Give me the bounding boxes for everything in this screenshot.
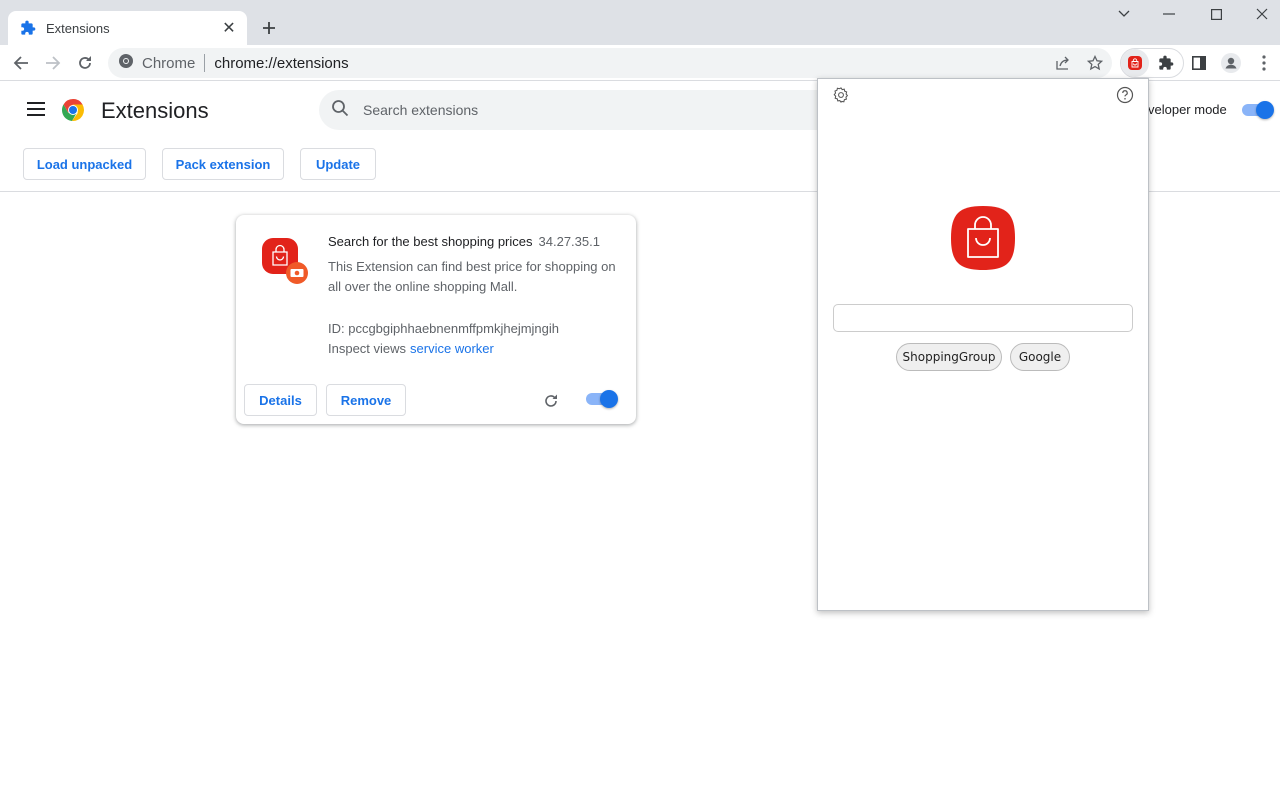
address-bar[interactable]: Chrome chrome://extensions [108, 48, 1112, 78]
puzzle-icon [20, 20, 36, 36]
help-icon[interactable] [1116, 86, 1134, 104]
extension-card: Search for the best shopping prices 34.27… [236, 215, 636, 424]
search-extensions-input[interactable] [363, 102, 763, 118]
developer-mode-label: veloper mode [1148, 102, 1227, 117]
tab-search-chevron-icon[interactable] [1101, 0, 1147, 28]
extension-popup: ShoppingGroup Google [817, 78, 1149, 611]
bookmark-star-icon[interactable] [1083, 51, 1107, 75]
side-panel-icon[interactable] [1187, 51, 1211, 75]
search-icon [331, 99, 349, 122]
url-text[interactable]: chrome://extensions [214, 55, 348, 72]
back-icon[interactable] [9, 51, 33, 75]
more-menu-icon[interactable] [1252, 51, 1276, 75]
service-worker-link[interactable]: service worker [410, 341, 494, 356]
page-title: Extensions [101, 98, 209, 123]
shopping-extension-action-button[interactable] [1121, 49, 1149, 77]
inspect-views-label: Inspect views [328, 341, 407, 356]
chrome-logo-icon [61, 98, 85, 122]
close-window-icon[interactable] [1239, 0, 1280, 28]
extension-id: ID: pccgbgiphhaebnenmffpmkjhejmjngih [328, 321, 560, 336]
omnibox-separator [204, 54, 206, 72]
chip-google[interactable]: Google [1010, 343, 1070, 371]
developer-mode-toggle[interactable] [1240, 100, 1274, 120]
shopping-bag-logo [951, 206, 1015, 270]
share-icon[interactable] [1051, 51, 1075, 75]
close-tab-icon[interactable]: ✕ [219, 18, 239, 38]
chip-shoppinggroup[interactable]: ShoppingGroup [896, 343, 1002, 371]
minimize-icon[interactable] [1146, 0, 1192, 28]
browser-toolbar: Chrome chrome://extensions [0, 45, 1280, 81]
extension-name-text: Search for the best shopping prices [328, 234, 533, 249]
extension-description: This Extension can find best price for s… [328, 259, 616, 294]
profile-avatar-icon[interactable] [1219, 51, 1243, 75]
chrome-site-icon [118, 53, 134, 74]
extension-name: Search for the best shopping prices 34.27… [328, 234, 600, 249]
forward-icon[interactable] [41, 51, 65, 75]
extension-version: 34.27.35.1 [538, 234, 600, 249]
maximize-icon[interactable] [1193, 0, 1239, 28]
tab-extensions[interactable]: Extensions ✕ [8, 11, 247, 45]
remove-button[interactable]: Remove [326, 384, 406, 416]
gear-icon[interactable] [832, 86, 850, 104]
tab-title: Extensions [46, 20, 110, 36]
extension-enabled-toggle[interactable] [584, 389, 618, 409]
update-button[interactable]: Update [300, 148, 376, 180]
inspect-views: Inspect views service worker [328, 341, 494, 356]
extensions-puzzle-icon[interactable] [1154, 51, 1178, 75]
load-unpacked-button[interactable]: Load unpacked [23, 148, 146, 180]
reload-icon[interactable] [73, 51, 97, 75]
site-label: Chrome [142, 54, 196, 72]
title-bar: Extensions ✕ [0, 0, 1280, 45]
details-button[interactable]: Details [244, 384, 317, 416]
search-extensions-box[interactable] [319, 90, 839, 130]
new-tab-button[interactable] [258, 17, 280, 39]
pack-extension-button[interactable]: Pack extension [162, 148, 284, 180]
hamburger-menu-icon[interactable] [24, 97, 48, 121]
reload-extension-icon[interactable] [540, 390, 562, 412]
popup-search-input[interactable] [833, 304, 1133, 332]
shopping-bag-extension-icon [262, 238, 310, 286]
